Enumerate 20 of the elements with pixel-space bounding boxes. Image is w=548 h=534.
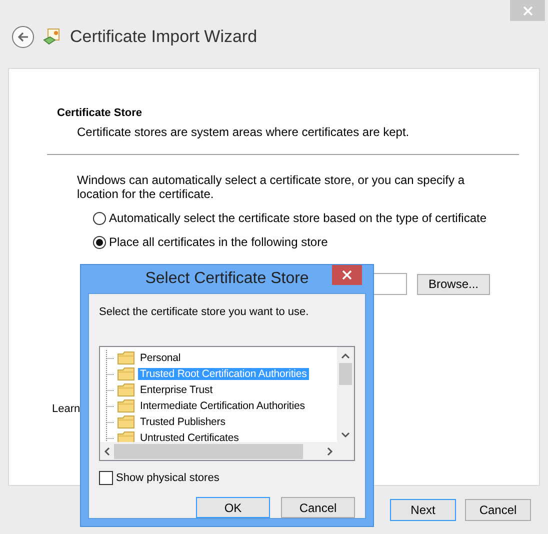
learn-link[interactable]: Learn xyxy=(52,403,80,415)
radio-label: Automatically select the certificate store based on the type of certificate xyxy=(109,211,487,225)
dialog-title: Select Certificate Store xyxy=(145,270,309,288)
store-item[interactable]: Personal xyxy=(106,350,337,366)
window-title: Certificate Import Wizard xyxy=(70,27,258,47)
cancel-button[interactable]: Cancel xyxy=(281,497,355,518)
ok-button[interactable]: OK xyxy=(196,497,270,518)
store-item[interactable]: Intermediate Certification Authorities xyxy=(106,398,337,414)
section-description: Certificate stores are system areas where certificates are kept. xyxy=(77,125,410,139)
store-item[interactable]: Untrusted Certificates xyxy=(106,430,337,442)
section-heading: Certificate Store xyxy=(57,107,143,119)
cancel-button[interactable]: Cancel xyxy=(465,499,531,521)
store-item[interactable]: Trusted Publishers xyxy=(106,414,337,430)
browse-button[interactable]: Browse... xyxy=(417,274,490,294)
checkbox-label: Show physical stores xyxy=(116,472,220,484)
store-item[interactable]: Enterprise Trust xyxy=(106,382,337,398)
dialog-prompt: Select the certificate store you want to use. xyxy=(99,306,310,318)
intro-text: Windows can automatically select a certificate store, or you can specify a location for the certificate. xyxy=(77,173,466,201)
next-button[interactable]: Next xyxy=(390,499,456,521)
radio-label: Place all certificates in the following store xyxy=(109,235,328,249)
